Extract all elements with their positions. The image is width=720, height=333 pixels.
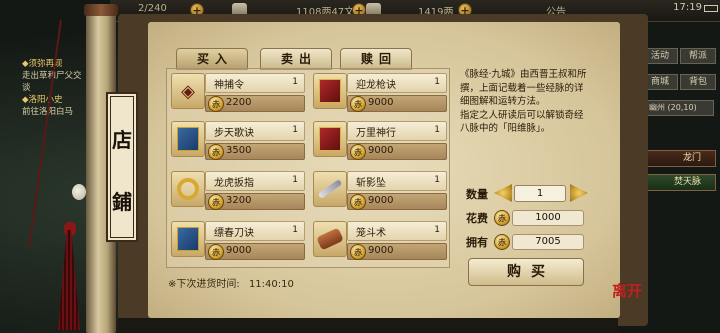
battery-icon xyxy=(704,5,718,12)
tab-buy[interactable]: 买入 xyxy=(176,48,248,70)
item-qty: 1 xyxy=(434,125,440,135)
book-red-icon xyxy=(313,73,347,109)
coin-icon: 赤 xyxy=(494,210,510,226)
item-price: 9000 xyxy=(368,97,394,108)
item-price: 2200 xyxy=(226,97,252,108)
bag-button[interactable]: 背包 xyxy=(680,74,716,90)
item-name: 迎龙枪诀 xyxy=(356,80,396,91)
item-price: 9000 xyxy=(368,245,394,256)
item-qty: 1 xyxy=(434,175,440,185)
gang-button[interactable]: 帮派 xyxy=(680,48,716,64)
item-qty: 1 xyxy=(292,125,298,135)
cost-value: 1000 xyxy=(512,210,584,226)
qty-input[interactable]: 1 xyxy=(514,185,566,202)
item-name: 斩影坠 xyxy=(356,178,386,189)
item-name: 神捕令 xyxy=(214,80,244,91)
energy-text: 2/240 xyxy=(138,3,167,14)
location-name: 幽州 xyxy=(649,103,665,112)
quest-2-desc: 前往洛阳白马 xyxy=(22,106,82,118)
item-price: 3200 xyxy=(226,195,252,206)
item-name: 龙虎扳指 xyxy=(214,178,254,189)
quest-1-title: 须弥再现 xyxy=(28,59,63,69)
token-icon: ◈ xyxy=(171,73,205,109)
item-grid: ◈ 神捕令 1 赤 2200 迎龙枪诀 1 赤 9000 步天歌诀 1 赤 3500 万里神… xyxy=(166,68,450,268)
coin-icon: 赤 xyxy=(350,96,366,112)
burning-vein-button[interactable]: 焚天脉 xyxy=(640,174,716,191)
item-qty: 1 xyxy=(292,77,298,87)
location-indicator: 幽州 (20,10) xyxy=(642,100,714,116)
location-coords: (20,10) xyxy=(667,103,697,112)
item-qty: 1 xyxy=(292,175,298,185)
own-value: 7005 xyxy=(512,234,584,250)
buy-button[interactable]: 购买 xyxy=(468,258,584,286)
jade-pendant-icon xyxy=(72,184,86,200)
plaque-char-1: 店 xyxy=(112,128,132,152)
coin-icon: 赤 xyxy=(350,244,366,260)
leave-button[interactable]: 离开 xyxy=(612,280,642,301)
tab-redeem[interactable]: 赎回 xyxy=(340,48,412,70)
book-red-icon xyxy=(313,121,347,157)
item-price: 9000 xyxy=(368,195,394,206)
item-card[interactable]: 龙虎扳指 1 赤 3200 xyxy=(169,169,305,213)
cost-label: 花费 xyxy=(466,212,488,225)
plaque-char-2: 鋪 xyxy=(112,190,132,214)
item-description: 《脉经·九城》由西晋王叔和所撰，上面记载着一些经脉的详细图解和运转方法。 指定之… xyxy=(460,68,592,164)
coin-icon: 赤 xyxy=(208,194,224,210)
item-card[interactable]: 笼斗术 1 赤 9000 xyxy=(311,219,447,263)
coin-icon: 赤 xyxy=(208,244,224,260)
description-text-2: 指定之人研读后可以解锁奇经八脉中的「阳维脉」。 xyxy=(460,109,584,135)
ring-icon xyxy=(171,171,205,207)
coin-icon: 赤 xyxy=(208,96,224,112)
bottom-toolbar xyxy=(118,318,618,333)
item-card[interactable]: 万里神行 1 赤 9000 xyxy=(311,119,447,163)
item-price: 9000 xyxy=(226,245,252,256)
book-blue-icon xyxy=(171,121,205,157)
blade-pendant-icon xyxy=(313,171,347,207)
scroll-cap-top xyxy=(84,4,118,16)
qty-label: 数量 xyxy=(466,188,488,201)
shop-plaque: 店 鋪 xyxy=(106,92,138,242)
coin-icon: 赤 xyxy=(494,234,510,250)
item-name: 万里神行 xyxy=(356,128,396,139)
tab-sell[interactable]: 卖出 xyxy=(260,48,332,70)
item-name: 步天歌诀 xyxy=(214,128,254,139)
restock-timer: ※下次进货时间: 11:40:10 xyxy=(168,275,294,290)
dragon-gate-button[interactable]: 龙门 xyxy=(640,150,716,167)
clock-text: 17:19 xyxy=(673,2,702,13)
item-card[interactable]: ◈ 神捕令 1 赤 2200 xyxy=(169,71,305,115)
item-card[interactable]: 缥春刀诀 1 赤 9000 xyxy=(169,219,305,263)
item-card[interactable]: 步天歌诀 1 赤 3500 xyxy=(169,119,305,163)
item-price: 3500 xyxy=(226,145,252,156)
item-card[interactable]: 斩影坠 1 赤 9000 xyxy=(311,169,447,213)
quest-2-title: 洛阳小史 xyxy=(28,95,63,105)
restock-time: 11:40:10 xyxy=(248,279,294,290)
coin-icon: 赤 xyxy=(350,144,366,160)
description-text-1: 《脉经·九城》由西晋王叔和所撰，上面记载着一些经脉的详细图解和运转方法。 xyxy=(460,69,587,107)
item-price: 9000 xyxy=(368,145,394,156)
item-qty: 1 xyxy=(292,225,298,235)
right-menu: 活动 帮派 商城 背包 幽州 (20,10) 龙门 焚天脉 xyxy=(640,38,720,238)
item-qty: 1 xyxy=(434,77,440,87)
item-qty: 1 xyxy=(434,225,440,235)
scroll-icon xyxy=(313,221,347,257)
coin-icon: 赤 xyxy=(350,194,366,210)
coin-icon: 赤 xyxy=(208,144,224,160)
own-label: 拥有 xyxy=(466,236,488,249)
book-blue-icon xyxy=(171,221,205,257)
item-card[interactable]: 迎龙枪诀 1 赤 9000 xyxy=(311,71,447,115)
item-name: 缥春刀诀 xyxy=(214,228,254,239)
restock-label: ※下次进货时间: xyxy=(168,279,240,290)
item-name: 笼斗术 xyxy=(356,228,386,239)
